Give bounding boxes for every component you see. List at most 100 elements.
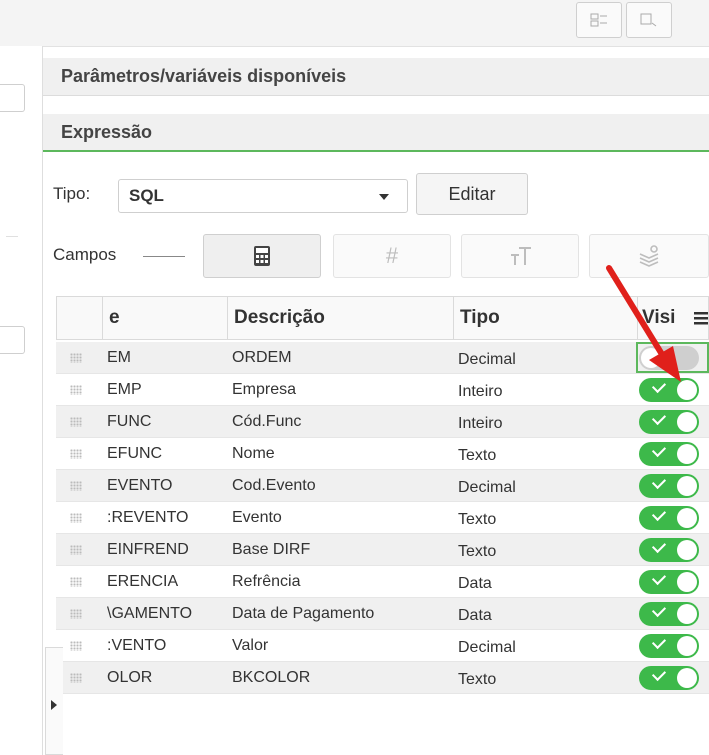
table-row[interactable]: EFUNC Nome Texto — [56, 438, 709, 470]
column-header-description[interactable]: Descrição — [227, 297, 453, 339]
drag-handle-icon[interactable] — [70, 545, 82, 555]
left-pane-field[interactable] — [0, 84, 25, 112]
cell-type: Texto — [458, 670, 497, 688]
cell-description: Evento — [232, 508, 282, 526]
drag-handle-icon[interactable] — [70, 673, 82, 683]
visible-toggle[interactable] — [639, 442, 699, 466]
cell-description: Base DIRF — [232, 540, 311, 558]
cell-name: :REVENTO — [107, 508, 189, 526]
drag-handle-icon[interactable] — [70, 513, 82, 523]
left-pane-field[interactable] — [0, 326, 25, 354]
cell-type: Texto — [458, 446, 497, 464]
drag-handle-icon[interactable] — [70, 449, 82, 459]
check-icon — [651, 506, 667, 522]
visible-toggle[interactable] — [639, 666, 699, 690]
cell-description: Empresa — [232, 380, 297, 398]
left-pane-divider — [6, 236, 18, 237]
toggle-knob — [677, 508, 697, 528]
cell-description: Refrência — [232, 572, 301, 590]
cell-description: Data de Pagamento — [232, 604, 375, 622]
table-row[interactable]: EINFREND Base DIRF Texto — [56, 534, 709, 566]
check-icon — [651, 570, 667, 586]
toggle-knob — [677, 540, 697, 560]
cell-description: Nome — [232, 444, 275, 462]
cell-type: Decimal — [458, 638, 516, 656]
toggle-knob — [677, 412, 697, 432]
cell-type: Data — [458, 574, 492, 592]
cell-type: Texto — [458, 510, 497, 528]
toggle-knob — [677, 572, 697, 592]
table-row[interactable]: :VENTO Valor Decimal — [56, 630, 709, 662]
caret-right-icon — [51, 700, 57, 710]
cell-type: Data — [458, 606, 492, 624]
toggle-knob — [677, 668, 697, 688]
cell-name: EVENTO — [107, 476, 173, 494]
cell-name: OLOR — [107, 668, 153, 686]
drag-handle-icon[interactable] — [70, 609, 82, 619]
drag-handle-icon[interactable] — [70, 641, 82, 651]
check-icon — [651, 474, 667, 490]
top-toolbar — [0, 0, 709, 47]
drag-handle-icon[interactable] — [70, 385, 82, 395]
cell-description: Valor — [232, 636, 269, 654]
campos-label: Campos — [53, 245, 117, 264]
cell-name: ERENCIA — [107, 572, 179, 590]
table-row[interactable]: EVENTO Cod.Evento Decimal — [56, 470, 709, 502]
tipo-label: Tipo: — [53, 184, 91, 203]
cell-name: FUNC — [107, 412, 152, 430]
visible-toggle[interactable] — [639, 634, 699, 658]
toggle-knob — [677, 476, 697, 496]
drag-handle-icon[interactable] — [70, 577, 82, 587]
hash-icon[interactable]: # — [333, 234, 451, 278]
check-icon — [651, 666, 667, 682]
calculator-icon[interactable] — [203, 234, 321, 278]
cell-name: EM — [107, 348, 131, 366]
tipo-select[interactable]: SQL — [118, 179, 408, 213]
text-size-icon[interactable] — [461, 234, 579, 278]
chevron-down-icon — [379, 194, 389, 200]
cell-description: Cód.Func — [232, 412, 302, 430]
section-parameters-title: Parâmetros/variáveis disponíveis — [61, 66, 347, 86]
cell-description: BKCOLOR — [232, 668, 311, 686]
cell-type: Decimal — [458, 478, 516, 496]
section-parameters[interactable]: Parâmetros/variáveis disponíveis — [43, 58, 709, 96]
check-icon — [651, 442, 667, 458]
table-row[interactable]: \GAMENTO Data de Pagamento Data — [56, 598, 709, 630]
drag-handle-icon[interactable] — [70, 417, 82, 427]
toggle-knob — [677, 636, 697, 656]
cell-name: EINFREND — [107, 540, 189, 558]
visible-toggle[interactable] — [639, 602, 699, 626]
tipo-select-value: SQL — [129, 186, 164, 205]
drag-handle-icon[interactable] — [70, 481, 82, 491]
cell-name: :VENTO — [107, 636, 167, 654]
cell-description: Cod.Evento — [232, 476, 316, 494]
check-icon — [651, 602, 667, 618]
visible-toggle[interactable] — [639, 570, 699, 594]
column-header-name[interactable]: e — [102, 297, 227, 339]
visible-toggle[interactable] — [639, 538, 699, 562]
table-row[interactable]: :REVENTO Evento Texto — [56, 502, 709, 534]
toggle-knob — [677, 444, 697, 464]
edit-button[interactable]: Editar — [416, 173, 528, 215]
table-row[interactable]: OLOR BKCOLOR Texto — [56, 662, 709, 694]
visible-toggle[interactable] — [639, 474, 699, 498]
table-row[interactable]: ERENCIA Refrência Data — [56, 566, 709, 598]
cell-name: \GAMENTO — [107, 604, 193, 622]
check-icon — [651, 538, 667, 554]
grid-search-icon[interactable] — [576, 2, 622, 38]
zoom-icon[interactable] — [626, 2, 672, 38]
drag-handle-icon[interactable] — [70, 353, 82, 363]
annotation-arrow — [606, 265, 681, 382]
table-row[interactable]: FUNC Cód.Func Inteiro — [56, 406, 709, 438]
visible-toggle[interactable] — [639, 506, 699, 530]
cell-type: Inteiro — [458, 414, 503, 432]
left-pane — [0, 46, 43, 755]
expression-panel: Parâmetros/variáveis disponíveis Express… — [43, 46, 709, 755]
check-icon — [651, 634, 667, 650]
cell-type: Texto — [458, 542, 497, 560]
cell-name: EFUNC — [107, 444, 163, 462]
visible-toggle[interactable] — [639, 410, 699, 434]
section-expression[interactable]: Expressão — [43, 114, 709, 152]
edit-button-label: Editar — [448, 183, 496, 204]
campos-divider — [143, 256, 185, 257]
